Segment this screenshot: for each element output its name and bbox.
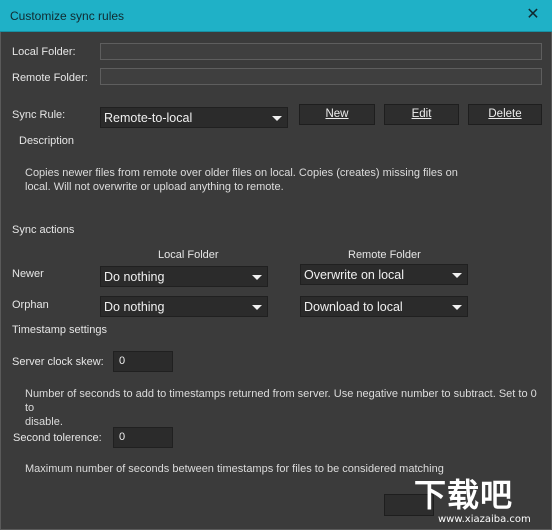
newer-local-dropdown[interactable]: Do nothing <box>100 266 268 287</box>
orphan-label: Orphan <box>12 299 49 311</box>
new-rule-button[interactable]: New <box>299 104 375 125</box>
skew-help-line-2: disable. <box>25 416 63 428</box>
watermark-url: www.xiazaiba.com <box>438 514 531 525</box>
col-local-folder: Local Folder <box>158 249 219 261</box>
chevron-down-icon <box>452 305 462 310</box>
description-line-1: Copies newer files from remote over olde… <box>25 167 458 179</box>
description-text: Copies newer files from remote over olde… <box>25 166 525 194</box>
remote-folder-label: Remote Folder: <box>12 72 88 84</box>
second-tolerance-value: 0 <box>119 431 126 443</box>
local-folder-field[interactable] <box>100 43 542 60</box>
timestamp-heading: Timestamp settings <box>12 324 107 336</box>
title-bar: Customize sync rules ✕ <box>0 0 552 32</box>
newer-label: Newer <box>12 268 44 280</box>
server-clock-skew-value: 0 <box>119 355 126 367</box>
second-tolerance-input[interactable]: 0 <box>113 427 173 448</box>
sync-rule-label: Sync Rule: <box>12 109 66 121</box>
local-folder-label: Local Folder: <box>12 46 76 58</box>
orphan-remote-value: Download to local <box>304 300 403 314</box>
close-icon[interactable]: ✕ <box>522 5 544 25</box>
orphan-remote-dropdown[interactable]: Download to local <box>300 296 468 317</box>
chevron-down-icon <box>452 273 462 278</box>
watermark-logo: 下载吧 www.xiazaiba.com <box>412 470 552 530</box>
window-title: Customize sync rules <box>10 9 125 23</box>
skew-help-text: Number of seconds to add to timestamps r… <box>25 387 545 429</box>
watermark-title: 下载吧 <box>414 476 514 514</box>
skew-help-line-1: Number of seconds to add to timestamps r… <box>25 388 537 414</box>
server-clock-skew-input[interactable]: 0 <box>113 351 173 372</box>
delete-rule-button[interactable]: Delete <box>468 104 542 125</box>
newer-local-value: Do nothing <box>104 270 165 284</box>
newer-remote-dropdown[interactable]: Overwrite on local <box>300 264 468 285</box>
remote-folder-field[interactable] <box>100 68 542 85</box>
description-line-2: local. Will not overwrite or upload anyt… <box>25 181 284 193</box>
col-remote-folder: Remote Folder <box>348 249 421 261</box>
sync-rule-dropdown[interactable]: Remote-to-local <box>100 107 288 128</box>
orphan-local-value: Do nothing <box>104 300 165 314</box>
chevron-down-icon <box>252 305 262 310</box>
chevron-down-icon <box>252 275 262 280</box>
orphan-local-dropdown[interactable]: Do nothing <box>100 296 268 317</box>
newer-remote-value: Overwrite on local <box>304 268 405 282</box>
chevron-down-icon <box>272 116 282 121</box>
second-tolerance-label: Second tolerence: <box>13 432 102 444</box>
description-heading: Description <box>19 135 75 147</box>
sync-actions-heading: Sync actions <box>12 224 75 236</box>
sync-rule-value: Remote-to-local <box>104 111 193 125</box>
edit-rule-button[interactable]: Edit <box>384 104 459 125</box>
server-clock-skew-label: Server clock skew: <box>12 356 104 368</box>
